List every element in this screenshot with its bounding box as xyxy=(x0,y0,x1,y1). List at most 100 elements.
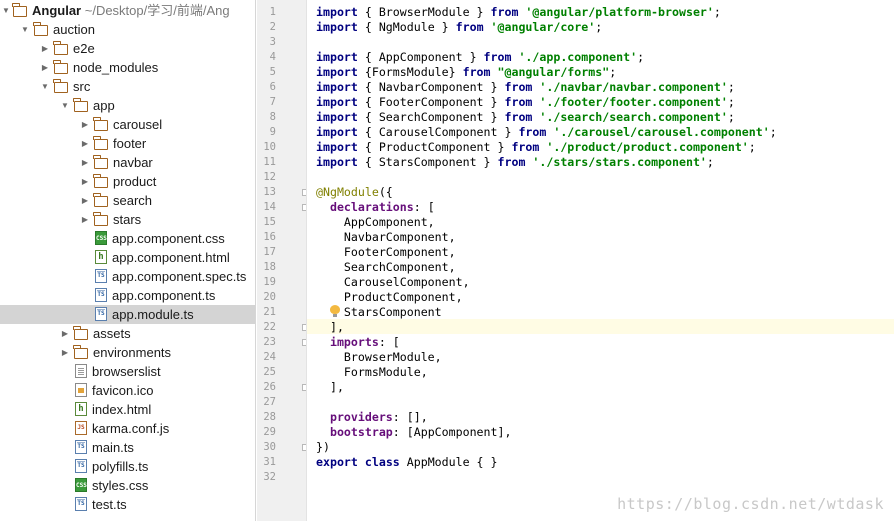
code-line[interactable]: ], xyxy=(316,380,344,395)
folder-icon xyxy=(93,117,108,131)
chevron-right-icon[interactable]: ▶ xyxy=(80,153,90,172)
code-line[interactable]: import { ProductComponent } from './prod… xyxy=(316,140,756,155)
code-line[interactable]: declarations: [ xyxy=(316,200,435,215)
chevron-right-icon[interactable]: ▶ xyxy=(80,134,90,153)
tree-root-project[interactable]: ▼ Angular ~/Desktop/学习/前端/Ang xyxy=(0,1,255,20)
tree-item-app-component-html[interactable]: h app.component.html xyxy=(0,248,255,267)
line-number: 30 xyxy=(263,441,276,453)
code-line[interactable]: import { FooterComponent } from './foote… xyxy=(316,95,735,110)
tree-item-label: app xyxy=(93,98,115,113)
tree-item-index-html[interactable]: h index.html xyxy=(0,400,255,419)
chevron-right-icon[interactable]: ▶ xyxy=(60,324,70,343)
code-token: ; xyxy=(727,110,735,124)
code-line[interactable]: FooterComponent, xyxy=(316,245,456,260)
chevron-right-icon[interactable]: ▶ xyxy=(80,210,90,229)
chevron-right-icon[interactable]: ▶ xyxy=(40,58,50,77)
project-tree[interactable]: ▼ Angular ~/Desktop/学习/前端/Ang ▼ auction ▶ e… xyxy=(0,0,256,521)
chevron-down-icon[interactable]: ▼ xyxy=(60,96,70,115)
code-token: ; xyxy=(713,5,721,19)
tree-item-label: environments xyxy=(93,345,172,360)
tree-item-app-component-css[interactable]: CSS app.component.css xyxy=(0,229,255,248)
tree-item-auction[interactable]: ▼ auction xyxy=(0,20,255,39)
code-line[interactable]: BrowserModule, xyxy=(316,350,442,365)
code-line[interactable]: providers: [], xyxy=(316,410,428,425)
code-line[interactable]: ], xyxy=(316,320,344,335)
chevron-right-icon[interactable]: ▶ xyxy=(80,172,90,191)
chevron-right-icon[interactable]: ▶ xyxy=(60,343,70,362)
code-token: ], xyxy=(316,320,344,334)
folder-icon xyxy=(33,22,48,36)
tree-item-carousel[interactable]: ▶ carousel xyxy=(0,115,255,134)
code-token: ; xyxy=(609,65,617,79)
code-token: bootstrap xyxy=(329,425,393,439)
code-line[interactable]: imports: [ xyxy=(316,335,400,350)
tree-item-navbar[interactable]: ▶ navbar xyxy=(0,153,255,172)
code-line[interactable]: ProductComponent, xyxy=(316,290,463,305)
code-line[interactable]: import { StarsComponent } from './stars/… xyxy=(316,155,714,170)
tree-item-karma-conf-js[interactable]: JS karma.conf.js xyxy=(0,419,255,438)
chevron-right-icon[interactable]: ▶ xyxy=(40,39,50,58)
tree-item-main-ts[interactable]: TS main.ts xyxy=(0,438,255,457)
tree-item-app-module-ts[interactable]: TS app.module.ts xyxy=(0,305,255,324)
typescript-file-icon: TS xyxy=(95,288,107,302)
code-token: ], xyxy=(316,380,344,394)
tree-item-polyfills-ts[interactable]: TS polyfills.ts xyxy=(0,457,255,476)
code-line[interactable]: import { CarouselComponent } from './car… xyxy=(316,125,777,140)
tree-item-assets[interactable]: ▶ assets xyxy=(0,324,255,343)
code-line[interactable]: import { SearchComponent } from './searc… xyxy=(316,110,735,125)
code-token: BrowserModule, xyxy=(316,350,442,364)
code-token: './product/product.component' xyxy=(546,140,749,154)
tree-item-stars[interactable]: ▶ stars xyxy=(0,210,255,229)
tree-item-app-component-spec-ts[interactable]: TS app.component.spec.ts xyxy=(0,267,255,286)
code-token: { NavbarComponent } xyxy=(357,80,505,94)
code-token: './app.component' xyxy=(518,50,638,64)
tree-item-product[interactable]: ▶ product xyxy=(0,172,255,191)
tree-item-search[interactable]: ▶ search xyxy=(0,191,255,210)
code-line[interactable]: }) xyxy=(316,440,330,455)
typescript-file-icon: TS xyxy=(95,307,107,321)
folder-icon xyxy=(93,155,108,169)
code-token: : [ xyxy=(413,200,435,214)
code-line[interactable]: import { AppComponent } from './app.comp… xyxy=(316,50,644,65)
folder-icon xyxy=(53,79,68,93)
code-line[interactable]: @NgModule({ xyxy=(316,185,393,200)
tree-item-node-modules[interactable]: ▶ node_modules xyxy=(0,58,255,77)
code-line[interactable]: AppComponent, xyxy=(316,215,435,230)
code-line[interactable]: FormsModule, xyxy=(316,365,428,380)
tree-item-app-component-ts[interactable]: TS app.component.ts xyxy=(0,286,255,305)
code-token: import xyxy=(316,80,358,94)
code-line[interactable]: import {FormsModule} from "@angular/form… xyxy=(316,65,616,80)
chevron-right-icon[interactable]: ▶ xyxy=(80,191,90,210)
chevron-down-icon[interactable]: ▼ xyxy=(20,20,30,39)
code-line[interactable]: bootstrap: [AppComponent], xyxy=(316,425,512,440)
code-token: { NgModule } xyxy=(357,20,456,34)
tree-item-e2e[interactable]: ▶ e2e xyxy=(0,39,255,58)
tree-item-label: assets xyxy=(93,326,131,341)
code-line[interactable]: import { NavbarComponent } from './navba… xyxy=(316,80,735,95)
code-token: from xyxy=(483,50,512,64)
chevron-right-icon[interactable]: ▶ xyxy=(80,115,90,134)
code-line[interactable]: export class AppModule { } xyxy=(316,455,498,470)
chevron-down-icon[interactable]: ▼ xyxy=(1,1,11,20)
code-line[interactable]: CarouselComponent, xyxy=(316,275,470,290)
code-editor[interactable]: import { BrowserModule } from '@angular/… xyxy=(307,0,894,521)
tree-item-app[interactable]: ▼ app xyxy=(0,96,255,115)
line-number: 12 xyxy=(263,171,276,183)
tree-item-src[interactable]: ▼ src xyxy=(0,77,255,96)
code-line[interactable]: StarsComponent xyxy=(316,305,442,320)
tree-item-browserslist[interactable]: browserslist xyxy=(0,362,255,381)
chevron-down-icon[interactable]: ▼ xyxy=(40,77,50,96)
code-line[interactable]: SearchComponent, xyxy=(316,260,456,275)
code-line[interactable]: import { BrowserModule } from '@angular/… xyxy=(316,5,721,20)
line-number: 31 xyxy=(263,456,276,468)
line-number: 15 xyxy=(263,216,276,228)
code-token: ; xyxy=(769,125,777,139)
tree-item-environments[interactable]: ▶ environments xyxy=(0,343,255,362)
code-line[interactable]: import { NgModule } from '@angular/core'… xyxy=(316,20,602,35)
tree-item-footer[interactable]: ▶ footer xyxy=(0,134,255,153)
tree-item-favicon-ico[interactable]: favicon.ico xyxy=(0,381,255,400)
tree-item-styles-css[interactable]: CSS styles.css xyxy=(0,476,255,495)
tree-item-test-ts[interactable]: TS test.ts xyxy=(0,495,255,514)
code-line[interactable]: NavbarComponent, xyxy=(316,230,456,245)
